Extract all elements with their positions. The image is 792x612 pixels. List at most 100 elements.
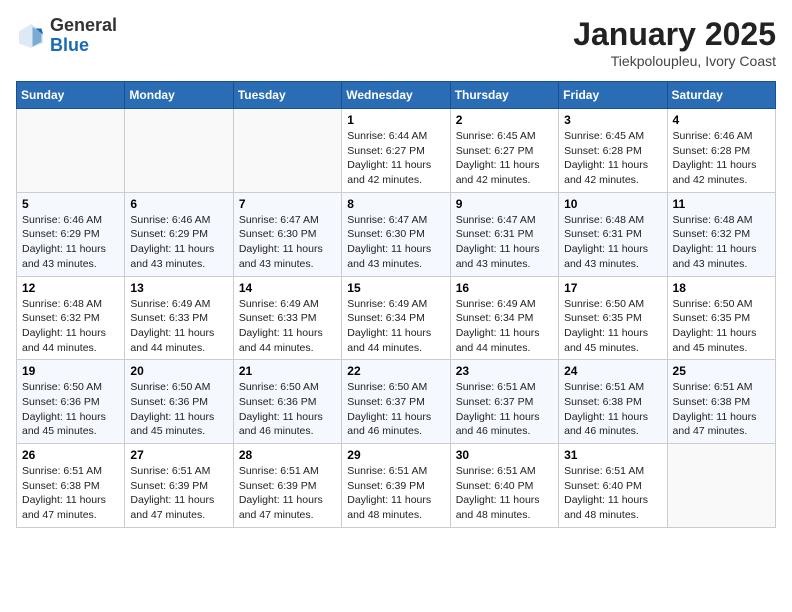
weekday-header: Saturday <box>667 82 775 109</box>
calendar-week-row: 12 Sunrise: 6:48 AMSunset: 6:32 PMDayligh… <box>17 276 776 360</box>
calendar-cell: 28Sunrise: 6:51 AMSunset: 6:39 PMDayligh… <box>233 444 341 528</box>
day-info: Sunrise: 6:51 AMSunset: 6:38 PMDaylight:… <box>673 380 770 439</box>
day-number: 23 <box>456 364 553 378</box>
calendar-cell: 11 Sunrise: 6:48 AMSunset: 6:32 PMDayligh… <box>667 192 775 276</box>
calendar-week-row: 26 Sunrise: 6:51 AMSunset: 6:38 PMDayligh… <box>17 444 776 528</box>
day-number: 26 <box>22 448 119 462</box>
weekday-header: Monday <box>125 82 233 109</box>
weekday-header: Thursday <box>450 82 558 109</box>
calendar-cell: 14Sunrise: 6:49 AMSunset: 6:33 PMDayligh… <box>233 276 341 360</box>
calendar-cell: 16Sunrise: 6:49 AMSunset: 6:34 PMDayligh… <box>450 276 558 360</box>
day-number: 7 <box>239 197 336 211</box>
calendar-cell: 19Sunrise: 6:50 AMSunset: 6:36 PMDayligh… <box>17 360 125 444</box>
day-number: 3 <box>564 113 661 127</box>
day-info: Sunrise: 6:50 AMSunset: 6:35 PMDaylight:… <box>673 297 770 356</box>
day-number: 12 <box>22 281 119 295</box>
day-info: Sunrise: 6:49 AMSunset: 6:33 PMDaylight:… <box>130 297 227 356</box>
calendar-cell: 27 Sunrise: 6:51 AMSunset: 6:39 PMDayligh… <box>125 444 233 528</box>
calendar-cell: 3 Sunrise: 6:45 AMSunset: 6:28 PMDaylight… <box>559 109 667 193</box>
calendar-cell: 6Sunrise: 6:46 AMSunset: 6:29 PMDaylight… <box>125 192 233 276</box>
calendar-week-row: 19Sunrise: 6:50 AMSunset: 6:36 PMDayligh… <box>17 360 776 444</box>
day-info: Sunrise: 6:48 AMSunset: 6:32 PMDaylight:… <box>22 297 119 356</box>
calendar-week-row: 1 Sunrise: 6:44 AMSunset: 6:27 PMDaylight… <box>17 109 776 193</box>
month-title: January 2025 <box>573 16 776 53</box>
calendar-cell: 21 Sunrise: 6:50 AMSunset: 6:36 PMDayligh… <box>233 360 341 444</box>
day-info: Sunrise: 6:51 AMSunset: 6:39 PMDaylight:… <box>130 464 227 523</box>
day-info: Sunrise: 6:50 AMSunset: 6:36 PMDaylight:… <box>239 380 336 439</box>
calendar-cell: 2 Sunrise: 6:45 AMSunset: 6:27 PMDaylight… <box>450 109 558 193</box>
calendar-cell: 26 Sunrise: 6:51 AMSunset: 6:38 PMDayligh… <box>17 444 125 528</box>
day-number: 29 <box>347 448 444 462</box>
day-number: 27 <box>130 448 227 462</box>
day-info: Sunrise: 6:50 AMSunset: 6:35 PMDaylight:… <box>564 297 661 356</box>
day-number: 8 <box>347 197 444 211</box>
calendar-cell: 1 Sunrise: 6:44 AMSunset: 6:27 PMDaylight… <box>342 109 450 193</box>
day-info: Sunrise: 6:50 AMSunset: 6:36 PMDaylight:… <box>22 380 119 439</box>
page-header: General Blue January 2025 Tiekpoloupleu,… <box>16 16 776 69</box>
logo-icon <box>16 21 46 51</box>
calendar: SundayMondayTuesdayWednesdayThursdayFrid… <box>16 81 776 528</box>
day-number: 24 <box>564 364 661 378</box>
calendar-cell: 29 Sunrise: 6:51 AMSunset: 6:39 PMDayligh… <box>342 444 450 528</box>
calendar-cell: 4 Sunrise: 6:46 AMSunset: 6:28 PMDaylight… <box>667 109 775 193</box>
day-info: Sunrise: 6:48 AMSunset: 6:31 PMDaylight:… <box>564 213 661 272</box>
day-info: Sunrise: 6:45 AMSunset: 6:28 PMDaylight:… <box>564 129 661 188</box>
calendar-cell: 13Sunrise: 6:49 AMSunset: 6:33 PMDayligh… <box>125 276 233 360</box>
day-number: 15 <box>347 281 444 295</box>
day-number: 16 <box>456 281 553 295</box>
day-info: Sunrise: 6:47 AMSunset: 6:31 PMDaylight:… <box>456 213 553 272</box>
day-info: Sunrise: 6:49 AMSunset: 6:34 PMDaylight:… <box>347 297 444 356</box>
calendar-cell: 22 Sunrise: 6:50 AMSunset: 6:37 PMDayligh… <box>342 360 450 444</box>
calendar-week-row: 5Sunrise: 6:46 AMSunset: 6:29 PMDaylight… <box>17 192 776 276</box>
day-info: Sunrise: 6:44 AMSunset: 6:27 PMDaylight:… <box>347 129 444 188</box>
day-info: Sunrise: 6:51 AMSunset: 6:40 PMDaylight:… <box>564 464 661 523</box>
weekday-header: Wednesday <box>342 82 450 109</box>
calendar-cell: 10 Sunrise: 6:48 AMSunset: 6:31 PMDayligh… <box>559 192 667 276</box>
weekday-header: Sunday <box>17 82 125 109</box>
day-number: 14 <box>239 281 336 295</box>
day-number: 21 <box>239 364 336 378</box>
day-info: Sunrise: 6:51 AMSunset: 6:40 PMDaylight:… <box>456 464 553 523</box>
day-number: 11 <box>673 197 770 211</box>
calendar-cell <box>17 109 125 193</box>
calendar-cell: 18Sunrise: 6:50 AMSunset: 6:35 PMDayligh… <box>667 276 775 360</box>
day-info: Sunrise: 6:45 AMSunset: 6:27 PMDaylight:… <box>456 129 553 188</box>
day-number: 22 <box>347 364 444 378</box>
calendar-cell: 12 Sunrise: 6:48 AMSunset: 6:32 PMDayligh… <box>17 276 125 360</box>
calendar-cell: 9Sunrise: 6:47 AMSunset: 6:31 PMDaylight… <box>450 192 558 276</box>
day-info: Sunrise: 6:50 AMSunset: 6:36 PMDaylight:… <box>130 380 227 439</box>
day-info: Sunrise: 6:46 AMSunset: 6:28 PMDaylight:… <box>673 129 770 188</box>
calendar-cell: 31Sunrise: 6:51 AMSunset: 6:40 PMDayligh… <box>559 444 667 528</box>
day-number: 30 <box>456 448 553 462</box>
calendar-cell: 24 Sunrise: 6:51 AMSunset: 6:38 PMDayligh… <box>559 360 667 444</box>
day-number: 17 <box>564 281 661 295</box>
day-info: Sunrise: 6:51 AMSunset: 6:38 PMDaylight:… <box>564 380 661 439</box>
day-info: Sunrise: 6:46 AMSunset: 6:29 PMDaylight:… <box>22 213 119 272</box>
location: Tiekpoloupleu, Ivory Coast <box>573 53 776 69</box>
calendar-cell: 20 Sunrise: 6:50 AMSunset: 6:36 PMDayligh… <box>125 360 233 444</box>
calendar-cell <box>233 109 341 193</box>
logo-text: General Blue <box>50 16 117 56</box>
title-block: January 2025 Tiekpoloupleu, Ivory Coast <box>573 16 776 69</box>
calendar-cell <box>667 444 775 528</box>
day-info: Sunrise: 6:51 AMSunset: 6:39 PMDaylight:… <box>239 464 336 523</box>
calendar-cell <box>125 109 233 193</box>
weekday-header: Tuesday <box>233 82 341 109</box>
day-info: Sunrise: 6:51 AMSunset: 6:37 PMDaylight:… <box>456 380 553 439</box>
day-number: 4 <box>673 113 770 127</box>
day-number: 25 <box>673 364 770 378</box>
day-info: Sunrise: 6:51 AMSunset: 6:38 PMDaylight:… <box>22 464 119 523</box>
calendar-cell: 5Sunrise: 6:46 AMSunset: 6:29 PMDaylight… <box>17 192 125 276</box>
calendar-cell: 25 Sunrise: 6:51 AMSunset: 6:38 PMDayligh… <box>667 360 775 444</box>
day-number: 10 <box>564 197 661 211</box>
day-info: Sunrise: 6:48 AMSunset: 6:32 PMDaylight:… <box>673 213 770 272</box>
calendar-cell: 23 Sunrise: 6:51 AMSunset: 6:37 PMDayligh… <box>450 360 558 444</box>
day-info: Sunrise: 6:51 AMSunset: 6:39 PMDaylight:… <box>347 464 444 523</box>
day-number: 2 <box>456 113 553 127</box>
weekday-header: Friday <box>559 82 667 109</box>
day-number: 1 <box>347 113 444 127</box>
calendar-cell: 8Sunrise: 6:47 AMSunset: 6:30 PMDaylight… <box>342 192 450 276</box>
day-info: Sunrise: 6:46 AMSunset: 6:29 PMDaylight:… <box>130 213 227 272</box>
day-number: 20 <box>130 364 227 378</box>
day-info: Sunrise: 6:50 AMSunset: 6:37 PMDaylight:… <box>347 380 444 439</box>
